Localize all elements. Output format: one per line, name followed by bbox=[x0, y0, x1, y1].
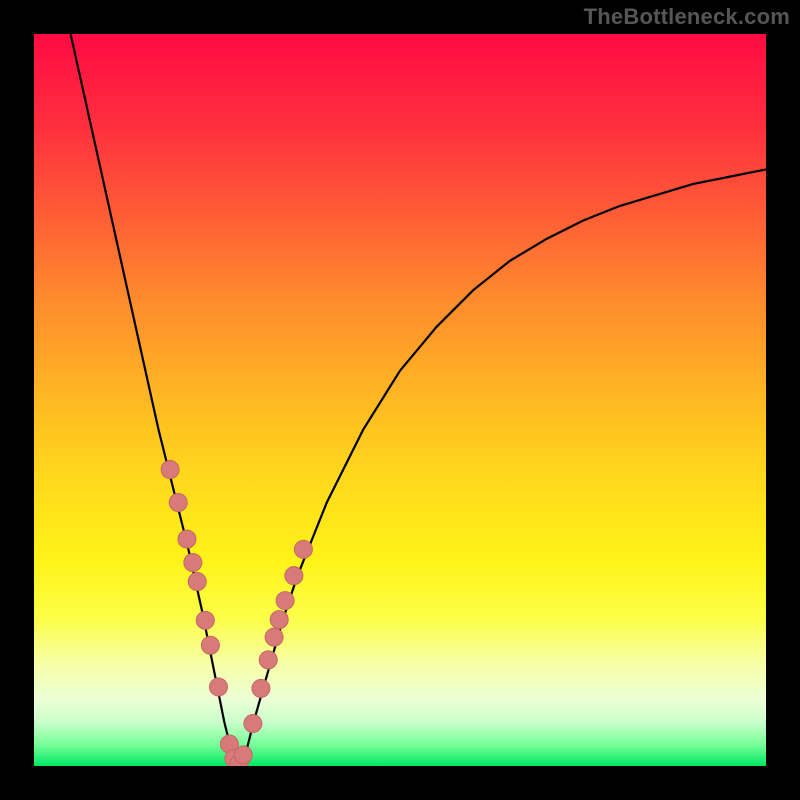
highlight-marker bbox=[276, 592, 294, 610]
highlight-marker bbox=[169, 493, 187, 511]
highlight-marker bbox=[285, 567, 303, 585]
highlight-marker bbox=[234, 746, 252, 764]
highlight-marker bbox=[244, 715, 262, 733]
highlight-markers bbox=[161, 461, 312, 766]
highlight-marker bbox=[265, 628, 283, 646]
highlight-marker bbox=[178, 530, 196, 548]
watermark-text: TheBottleneck.com bbox=[584, 4, 790, 30]
highlight-marker bbox=[161, 461, 179, 479]
bottleneck-curve-path bbox=[71, 34, 766, 766]
highlight-marker bbox=[294, 540, 312, 558]
chart-stage: TheBottleneck.com bbox=[0, 0, 800, 800]
highlight-marker bbox=[270, 611, 288, 629]
highlight-marker bbox=[209, 678, 227, 696]
highlight-marker bbox=[252, 679, 270, 697]
plot-area bbox=[34, 34, 766, 766]
highlight-marker bbox=[184, 554, 202, 572]
highlight-marker bbox=[188, 573, 206, 591]
chart-svg bbox=[34, 34, 766, 766]
highlight-marker bbox=[201, 636, 219, 654]
highlight-marker bbox=[259, 651, 277, 669]
highlight-marker bbox=[196, 611, 214, 629]
